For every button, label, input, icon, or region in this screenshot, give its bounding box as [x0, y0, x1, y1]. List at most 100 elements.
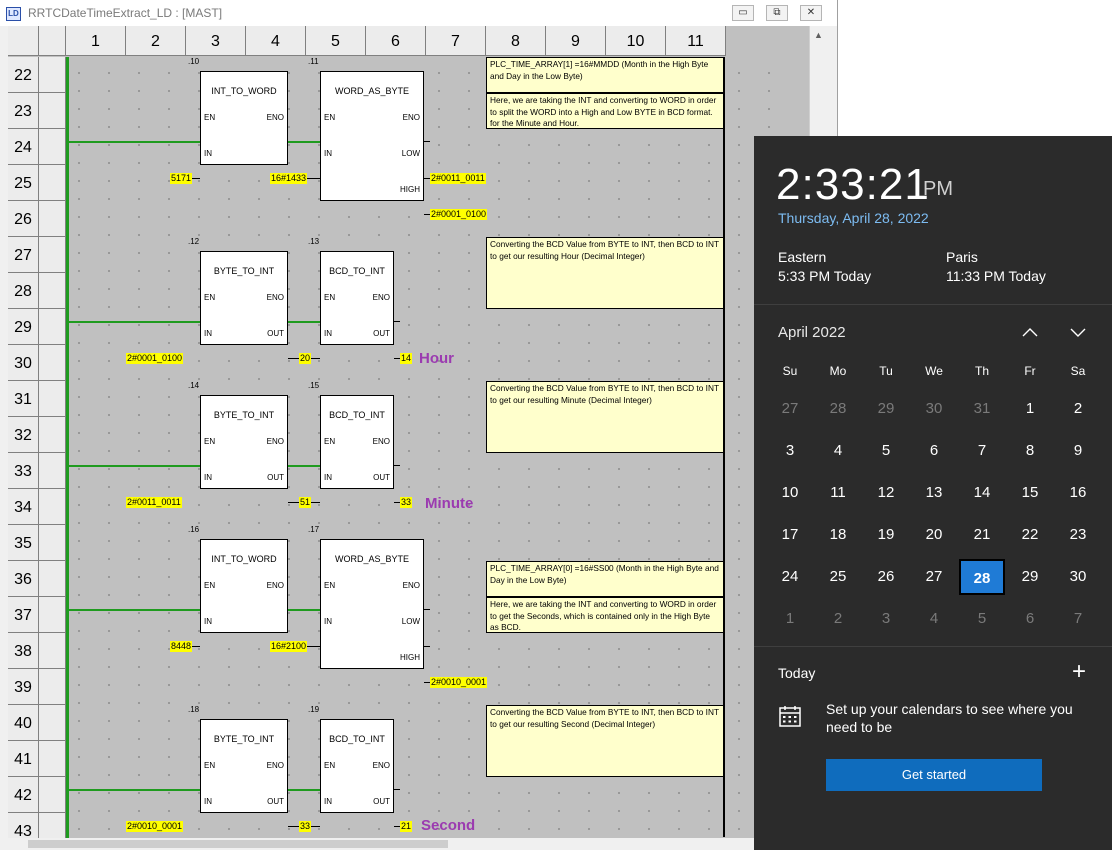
title-bar[interactable]: LD RRTCDateTimeExtract_LD : [MAST] ▭ ⧉ ✕ [0, 0, 837, 26]
row-header[interactable]: 39 [8, 669, 39, 705]
column-header[interactable]: 5 [306, 26, 366, 56]
comment-box[interactable]: Here, we are taking the INT and converti… [486, 93, 724, 129]
row-header[interactable]: 41 [8, 741, 39, 777]
calendar-day[interactable]: 30 [911, 391, 957, 427]
calendar-day[interactable]: 24 [767, 559, 813, 595]
comment-box[interactable]: Converting the BCD Value from BYTE to IN… [486, 381, 724, 453]
calendar-day[interactable]: 31 [959, 391, 1005, 427]
row-header[interactable]: 31 [8, 381, 39, 417]
calendar-day[interactable]: 7 [1055, 601, 1101, 637]
function-block-word-as-byte[interactable]: WORD_AS_BYTE EN ENO IN LOW HIGH [320, 71, 424, 201]
function-block-byte-to-int[interactable]: BYTE_TO_INT EN ENO IN OUT [200, 395, 288, 489]
calendar-day[interactable]: 16 [1055, 475, 1101, 511]
column-header[interactable]: 6 [366, 26, 426, 56]
calendar-day[interactable]: 23 [1055, 517, 1101, 553]
calendar-day[interactable]: 3 [863, 601, 909, 637]
calendar-day[interactable]: 30 [1055, 559, 1101, 595]
column-header[interactable]: 3 [186, 26, 246, 56]
comment-box[interactable]: PLC_TIME_ARRAY[1] =16#MMDD (Month in the… [486, 57, 724, 93]
row-header[interactable]: 34 [8, 489, 39, 525]
row-header[interactable]: 43 [8, 813, 39, 838]
row-header[interactable]: 38 [8, 633, 39, 669]
calendar-day[interactable]: 17 [767, 517, 813, 553]
calendar-day-today[interactable]: 28 [959, 559, 1005, 595]
row-header[interactable]: 30 [8, 345, 39, 381]
horizontal-scrollbar[interactable] [8, 838, 809, 850]
calendar-day[interactable]: 2 [1055, 391, 1101, 427]
calendar-day[interactable]: 27 [911, 559, 957, 595]
function-block-bcd-to-int[interactable]: BCD_TO_INT EN ENO IN OUT [320, 251, 394, 345]
row-header[interactable]: 25 [8, 165, 39, 201]
row-header[interactable]: 24 [8, 129, 39, 165]
calendar-day[interactable]: 6 [1007, 601, 1053, 637]
column-header[interactable]: 10 [606, 26, 666, 56]
row-header[interactable]: 23 [8, 93, 39, 129]
column-header[interactable]: 2 [126, 26, 186, 56]
calendar-day[interactable]: 25 [815, 559, 861, 595]
calendar-day[interactable]: 28 [815, 391, 861, 427]
calendar-day[interactable]: 10 [767, 475, 813, 511]
minimize-button[interactable]: ▭ [732, 5, 754, 21]
calendar-day[interactable]: 22 [1007, 517, 1053, 553]
function-block-int-to-word[interactable]: INT_TO_WORD EN ENO IN [200, 539, 288, 633]
function-block-byte-to-int[interactable]: BYTE_TO_INT EN ENO IN OUT [200, 251, 288, 345]
calendar-day[interactable]: 9 [1055, 433, 1101, 469]
comment-box[interactable]: Converting the BCD Value from BYTE to IN… [486, 237, 724, 309]
restore-button[interactable]: ⧉ [766, 5, 788, 21]
column-header[interactable]: 9 [546, 26, 606, 56]
calendar-day[interactable]: 6 [911, 433, 957, 469]
calendar-day[interactable]: 20 [911, 517, 957, 553]
add-event-icon[interactable]: + [1072, 660, 1086, 684]
calendar-day[interactable]: 8 [1007, 433, 1053, 469]
column-header[interactable]: 8 [486, 26, 546, 56]
calendar-day[interactable]: 12 [863, 475, 909, 511]
function-block-word-as-byte[interactable]: WORD_AS_BYTE EN ENO IN LOW HIGH [320, 539, 424, 669]
function-block-bcd-to-int[interactable]: BCD_TO_INT EN ENO IN OUT [320, 395, 394, 489]
calendar-day[interactable]: 7 [959, 433, 1005, 469]
column-header[interactable]: 11 [666, 26, 726, 56]
calendar-day[interactable]: 2 [815, 601, 861, 637]
calendar-day[interactable]: 29 [863, 391, 909, 427]
comment-box[interactable]: PLC_TIME_ARRAY[0] =16#SS00 (Month in the… [486, 561, 724, 597]
calendar-day[interactable]: 5 [863, 433, 909, 469]
chevron-up-icon[interactable] [1020, 322, 1040, 342]
row-header[interactable]: 26 [8, 201, 39, 237]
row-header[interactable]: 36 [8, 561, 39, 597]
calendar-day[interactable]: 13 [911, 475, 957, 511]
calendar-day[interactable]: 11 [815, 475, 861, 511]
calendar-day[interactable]: 5 [959, 601, 1005, 637]
get-started-button[interactable]: Get started [826, 759, 1042, 791]
comment-box[interactable]: Converting the BCD Value from BYTE to IN… [486, 705, 724, 777]
calendar-day[interactable]: 19 [863, 517, 909, 553]
calendar-day[interactable]: 27 [767, 391, 813, 427]
function-block-bcd-to-int[interactable]: BCD_TO_INT EN ENO IN OUT [320, 719, 394, 813]
row-header[interactable]: 33 [8, 453, 39, 489]
close-button[interactable]: ✕ [800, 5, 822, 21]
function-block-byte-to-int[interactable]: BYTE_TO_INT EN ENO IN OUT [200, 719, 288, 813]
row-header[interactable]: 29 [8, 309, 39, 345]
calendar-day[interactable]: 1 [767, 601, 813, 637]
row-header[interactable]: 22 [8, 57, 39, 93]
comment-box[interactable]: Here, we are taking the INT and converti… [486, 597, 724, 633]
calendar-day[interactable]: 29 [1007, 559, 1053, 595]
function-block-int-to-word[interactable]: INT_TO_WORD EN ENO IN [200, 71, 288, 165]
row-header[interactable]: 28 [8, 273, 39, 309]
calendar-day[interactable]: 26 [863, 559, 909, 595]
row-header[interactable]: 37 [8, 597, 39, 633]
ladder-grid[interactable]: 1 2 3 4 5 6 7 8 9 10 11 22 23 24 25 26 2… [8, 26, 815, 838]
calendar-day[interactable]: 21 [959, 517, 1005, 553]
ladder-canvas[interactable]: .10 INT_TO_WORD EN ENO IN 5171 16#1433 .… [66, 57, 786, 838]
calendar-day[interactable]: 3 [767, 433, 813, 469]
column-header[interactable]: 4 [246, 26, 306, 56]
calendar-day[interactable]: 14 [959, 475, 1005, 511]
row-header[interactable]: 42 [8, 777, 39, 813]
calendar-day[interactable]: 4 [911, 601, 957, 637]
scroll-up-icon[interactable]: ▲ [814, 30, 823, 40]
column-header[interactable]: 1 [66, 26, 126, 56]
calendar-day[interactable]: 4 [815, 433, 861, 469]
scrollbar-thumb[interactable] [28, 840, 448, 848]
calendar-day[interactable]: 18 [815, 517, 861, 553]
row-header[interactable]: 40 [8, 705, 39, 741]
row-header[interactable]: 32 [8, 417, 39, 453]
row-header[interactable]: 35 [8, 525, 39, 561]
